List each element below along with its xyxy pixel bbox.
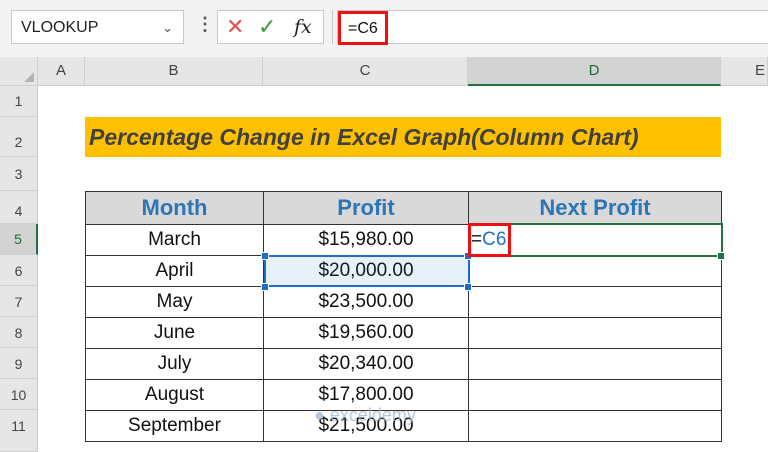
header-next-profit[interactable]: Next Profit <box>468 191 722 225</box>
column-header-a[interactable]: A <box>38 57 85 86</box>
fill-handle[interactable] <box>717 252 725 260</box>
cell-next-profit[interactable] <box>468 410 722 442</box>
table-row: July $20,340.00 <box>85 348 722 380</box>
resize-handle[interactable] <box>464 283 472 291</box>
row-header-5[interactable]: 5 <box>0 224 38 255</box>
row-header-8[interactable]: 8 <box>0 317 38 348</box>
cell-month[interactable]: June <box>85 317 264 349</box>
cell-month[interactable]: September <box>85 410 264 442</box>
cell-next-profit[interactable] <box>468 379 722 411</box>
formula-actions: ✕ ✓ fx <box>217 10 324 44</box>
formula-reference: C6 <box>482 229 507 250</box>
column-header-d[interactable]: D <box>468 57 721 86</box>
cell-month[interactable]: April <box>85 255 264 287</box>
cell-profit[interactable]: $20,340.00 <box>263 348 469 380</box>
cell-month[interactable]: March <box>85 224 264 256</box>
confirm-icon[interactable]: ✓ <box>258 14 276 40</box>
row-header-3[interactable]: 3 <box>0 157 38 191</box>
resize-handle[interactable] <box>261 283 269 291</box>
name-box[interactable]: VLOOKUP ⌄ <box>11 10 184 44</box>
watermark-text: exceldemy <box>329 405 416 425</box>
row-header-4[interactable]: 4 <box>0 191 38 224</box>
name-box-value: VLOOKUP <box>21 19 99 36</box>
referenced-cell-selection <box>264 255 470 287</box>
resize-handle[interactable] <box>261 252 269 260</box>
cell-next-profit[interactable] <box>468 255 722 287</box>
table-row: May $23,500.00 <box>85 286 722 318</box>
cell-next-profit[interactable] <box>468 348 722 380</box>
row-header-7[interactable]: 7 <box>0 286 38 317</box>
row-header-2[interactable]: 2 <box>0 117 38 157</box>
cell-next-profit[interactable] <box>468 317 722 349</box>
cell-profit[interactable]: $19,560.00 <box>263 317 469 349</box>
cell-month[interactable]: July <box>85 348 264 380</box>
select-all-corner[interactable] <box>0 57 38 86</box>
cell-profit[interactable]: $23,500.00 <box>263 286 469 318</box>
formula-value-highlight[interactable]: =C6 <box>338 11 388 45</box>
row-header-9[interactable]: 9 <box>0 348 38 379</box>
chevron-down-icon[interactable]: ⌄ <box>162 20 173 36</box>
cell-profit[interactable]: $15,980.00 <box>263 224 469 256</box>
cell-month[interactable]: May <box>85 286 264 318</box>
header-month[interactable]: Month <box>85 191 264 225</box>
sheet-title[interactable]: Percentage Change in Excel Graph(Column … <box>85 117 721 157</box>
formula-equals: = <box>471 229 483 250</box>
table-header-row: Month Profit Next Profit <box>85 191 722 225</box>
cancel-icon[interactable]: ✕ <box>226 14 244 40</box>
more-options-icon[interactable]: ⋮ <box>196 14 214 35</box>
insert-function-icon[interactable]: fx <box>294 16 312 38</box>
cell-next-profit[interactable] <box>468 286 722 318</box>
row-header-1[interactable]: 1 <box>0 86 38 117</box>
column-header-e[interactable]: E <box>721 57 768 86</box>
column-header-b[interactable]: B <box>85 57 263 86</box>
table-row: June $19,560.00 <box>85 317 722 349</box>
watermark-logo: ● exceldemy <box>314 405 416 425</box>
header-profit[interactable]: Profit <box>263 191 469 225</box>
cell-month[interactable]: August <box>85 379 264 411</box>
row-header-6[interactable]: 6 <box>0 255 38 286</box>
row-header-11[interactable]: 11 <box>0 410 38 452</box>
column-header-c[interactable]: C <box>263 57 468 86</box>
divider <box>332 10 333 44</box>
sheet-title-text: Percentage Change in Excel Graph(Column … <box>89 124 639 150</box>
row-header-10[interactable]: 10 <box>0 379 38 410</box>
formula-bar: VLOOKUP ⌄ ⋮ ✕ ✓ fx =C6 <box>0 0 768 57</box>
editing-cell-formula[interactable]: =C6 <box>471 229 506 251</box>
formula-input[interactable] <box>337 10 768 44</box>
